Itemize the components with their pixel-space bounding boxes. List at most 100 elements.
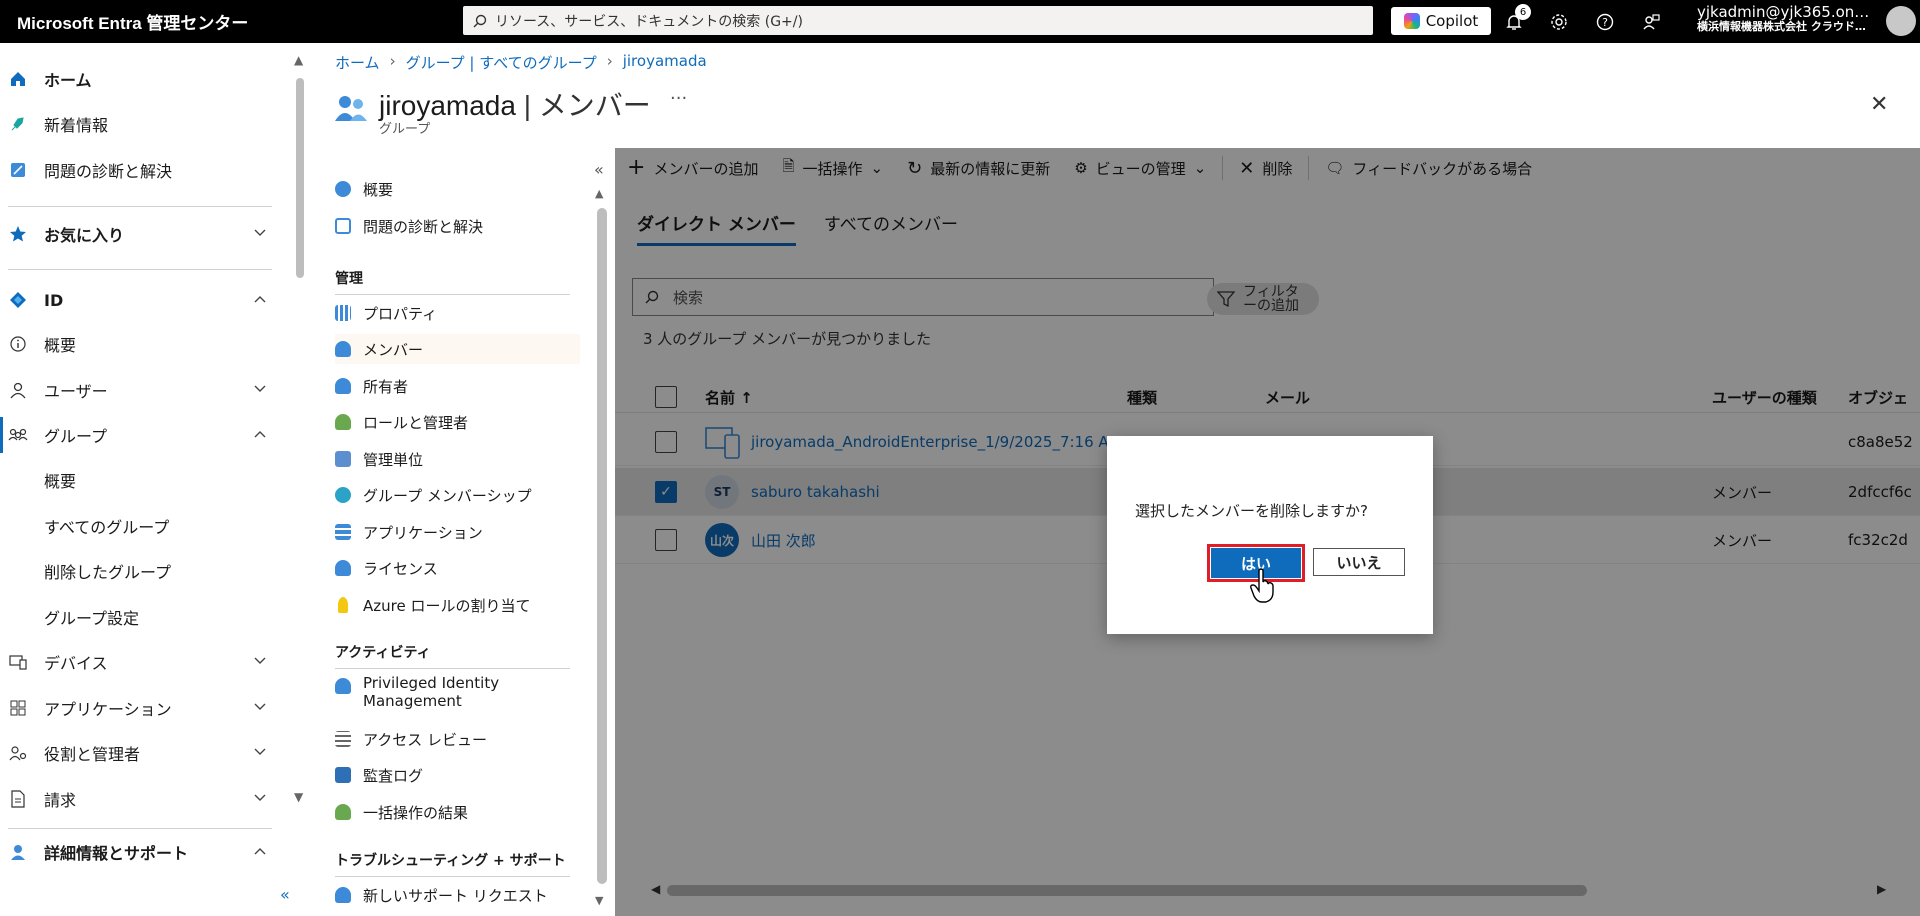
nav-users[interactable]: ユーザー [0,372,285,408]
nav-users-label: ユーザー [44,382,108,401]
global-search[interactable]: リソース、サービス、ドキュメントの検索 (G+/) [463,6,1373,35]
scroll-up-arrow[interactable]: ▲ [294,53,303,67]
svg-text:?: ? [1602,16,1608,29]
breadcrumb-home[interactable]: ホーム [335,52,380,73]
nav-groups-overview[interactable]: 概要 [0,462,285,498]
menu-scroll-down[interactable]: ▼ [595,894,603,907]
breadcrumb-separator: › [389,52,396,70]
menu-audit-logs-label: 監査ログ [363,766,424,785]
nav-diagnose[interactable]: 問題の診断と解決 [0,152,285,188]
settings-button[interactable] [1546,9,1572,35]
nav-group-settings[interactable]: グループ設定 [0,599,285,635]
nav-identity[interactable]: ID [0,282,285,318]
search-icon [473,14,487,27]
nav-devices[interactable]: デバイス [0,644,285,680]
scroll-down-arrow[interactable]: ▼ [294,790,303,804]
top-bar: Microsoft Entra 管理センター リソース、サービス、ドキュメントの… [0,0,1920,43]
devices-icon [8,652,28,672]
app-brand[interactable]: Microsoft Entra 管理センター [0,9,460,34]
user-icon [8,380,28,400]
nav-devices-label: デバイス [44,654,108,673]
menu-pim-label: Privileged Identity Management [363,674,500,710]
nav-whats-new[interactable]: 新着情報 [0,106,285,142]
help-icon: ? [1596,13,1614,31]
group-icon [335,96,367,121]
account-avatar[interactable] [1886,6,1916,36]
menu-properties[interactable]: プロパティ [335,298,580,328]
nav-groups[interactable]: グループ [0,417,285,453]
menu-overview[interactable]: 概要 [335,174,580,204]
nav-roles-label: 役割と管理者 [44,745,141,764]
identity-icon [8,290,28,310]
feedback-button[interactable] [1638,9,1664,35]
collapse-menu-button[interactable]: « [594,160,604,179]
breadcrumb-groups[interactable]: グループ | すべてのグループ [406,52,597,73]
bulk-results-icon [335,804,351,820]
menu-diagnose[interactable]: 問題の診断と解決 [335,211,580,241]
notifications-button[interactable]: 6 [1501,4,1531,35]
nav-learn-support[interactable]: 詳細情報とサポート [0,834,285,870]
account-menu[interactable]: yjkadmin@yjk365.on… 横浜情報機器株式会社 クラウド… [1697,4,1869,33]
menu-manage-heading: 管理 [335,271,363,287]
nav-applications-label: アプリケーション [44,700,172,719]
help-button[interactable]: ? [1592,9,1618,35]
confirm-delete-dialog: 選択したメンバーを削除しますか? はい いいえ [1107,436,1433,634]
star-icon [8,224,28,244]
menu-owners[interactable]: 所有者 [335,371,580,401]
nav-applications[interactable]: アプリケーション [0,690,285,726]
chevron-down-icon [254,657,266,664]
chevron-up-icon [254,848,266,855]
menu-group-memberships[interactable]: グループ メンバーシップ [335,480,580,510]
menu-azure-roles[interactable]: Azure ロールの割り当て [335,590,580,620]
pim-icon [335,678,351,694]
menu-access-reviews[interactable]: アクセス レビュー [335,724,580,754]
menu-overview-label: 概要 [363,180,394,199]
menu-audit-logs[interactable]: 監査ログ [335,760,580,790]
members-icon [335,341,351,357]
support-icon [8,842,28,862]
audit-log-icon [335,767,351,783]
nav-favorites[interactable]: お気に入り [0,216,285,252]
close-blade-button[interactable]: ✕ [1870,92,1888,117]
breadcrumb-separator: › [606,52,613,70]
tools-icon [335,218,351,234]
billing-icon [8,789,28,809]
menu-roles-admins[interactable]: ロールと管理者 [335,407,580,437]
groups-icon [8,425,28,445]
menu-new-support[interactable]: 新しいサポート リクエスト [335,880,580,910]
no-button[interactable]: いいえ [1313,548,1405,576]
feedback-icon [1643,14,1660,30]
menu-applications[interactable]: アプリケーション [335,517,580,547]
left-nav-scrollbar[interactable] [296,78,304,278]
nav-identity-label: ID [44,290,64,310]
menu-access-reviews-label: アクセス レビュー [363,730,488,749]
breadcrumb-current[interactable]: jiroyamada [623,52,707,73]
menu-scrollbar[interactable] [597,208,607,884]
gear-icon [1551,14,1567,30]
menu-pim[interactable]: Privileged Identity Management [335,674,580,714]
more-options-button[interactable]: ··· [670,88,687,109]
menu-members[interactable]: メンバー [335,334,580,364]
nav-deleted-groups-label: 削除したグループ [44,563,172,582]
menu-bulk-results[interactable]: 一括操作の結果 [335,797,580,827]
diagnose-icon [8,160,28,180]
nav-diagnose-label: 問題の診断と解決 [44,162,173,181]
nav-home[interactable]: ホーム [0,61,285,97]
menu-admin-units[interactable]: 管理単位 [335,444,580,474]
menu-scroll-up[interactable]: ▲ [595,187,603,200]
nav-all-groups[interactable]: すべてのグループ [0,508,285,544]
copilot-button[interactable]: Copilot [1391,7,1491,35]
menu-licenses[interactable]: ライセンス [335,553,580,583]
menu-roles-admins-label: ロールと管理者 [363,413,469,432]
info-icon [335,181,351,197]
breadcrumb: ホーム › グループ | すべてのグループ › jiroyamada [335,52,707,73]
nav-overview[interactable]: 概要 [0,326,285,362]
menu-applications-label: アプリケーション [363,523,483,542]
nav-deleted-groups[interactable]: 削除したグループ [0,553,285,589]
collapse-nav-button[interactable]: « [280,885,290,904]
nav-billing[interactable]: 請求 [0,781,285,817]
nav-all-groups-label: すべてのグループ [44,518,170,537]
account-tenant: 横浜情報機器株式会社 クラウド… [1697,19,1866,33]
nav-roles[interactable]: 役割と管理者 [0,735,285,771]
apps-icon [8,698,28,718]
